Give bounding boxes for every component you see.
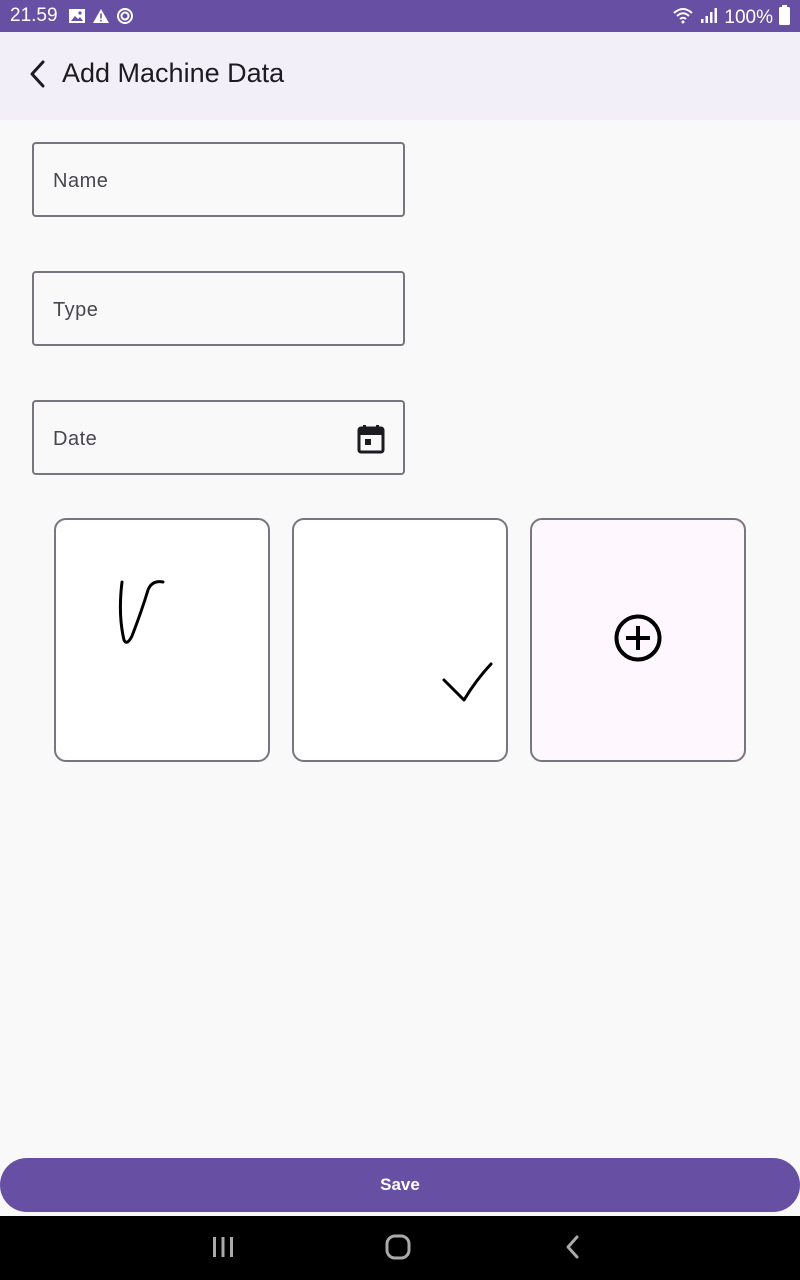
signature-tile-1[interactable] — [54, 518, 270, 762]
handwritten-checkmark-image — [442, 662, 493, 702]
save-button[interactable]: Save — [0, 1158, 800, 1212]
back-icon — [564, 1234, 582, 1265]
type-field[interactable]: Type — [32, 271, 405, 346]
app-bar: Add Machine Data — [0, 32, 800, 120]
save-button-label: Save — [380, 1175, 420, 1194]
type-field-label: Type — [53, 299, 99, 321]
battery-percentage: 100% — [724, 7, 773, 28]
warning-icon — [92, 8, 110, 29]
name-field-label: Name — [53, 170, 109, 192]
recent-apps-button[interactable] — [203, 1234, 243, 1264]
wifi-icon — [672, 6, 694, 30]
home-button[interactable] — [378, 1234, 418, 1264]
date-field-label: Date — [53, 428, 98, 450]
add-image-tile[interactable] — [530, 518, 746, 762]
add-circle-icon — [612, 612, 664, 669]
battery-icon — [779, 5, 790, 31]
signal-icon — [700, 6, 718, 30]
recent-apps-icon — [211, 1236, 235, 1263]
chevron-left-icon — [28, 59, 48, 94]
name-field[interactable]: Name — [32, 142, 405, 217]
back-button[interactable] — [22, 56, 54, 96]
system-nav-bar — [0, 1216, 800, 1280]
home-icon — [385, 1234, 411, 1265]
image-icon — [68, 8, 86, 29]
status-time: 21.59 — [10, 5, 58, 26]
page-title: Add Machine Data — [62, 58, 285, 88]
status-icons-left — [68, 7, 134, 30]
signature-tile-2[interactable] — [292, 518, 508, 762]
nav-back-button[interactable] — [553, 1234, 593, 1264]
status-bar: 21.59 100% — [0, 0, 800, 32]
date-field[interactable]: Date — [32, 400, 405, 475]
calendar-icon[interactable] — [357, 424, 385, 459]
status-icons-right: 100% — [672, 5, 790, 31]
handwritten-v-image — [118, 580, 165, 644]
sync-icon — [116, 7, 134, 30]
